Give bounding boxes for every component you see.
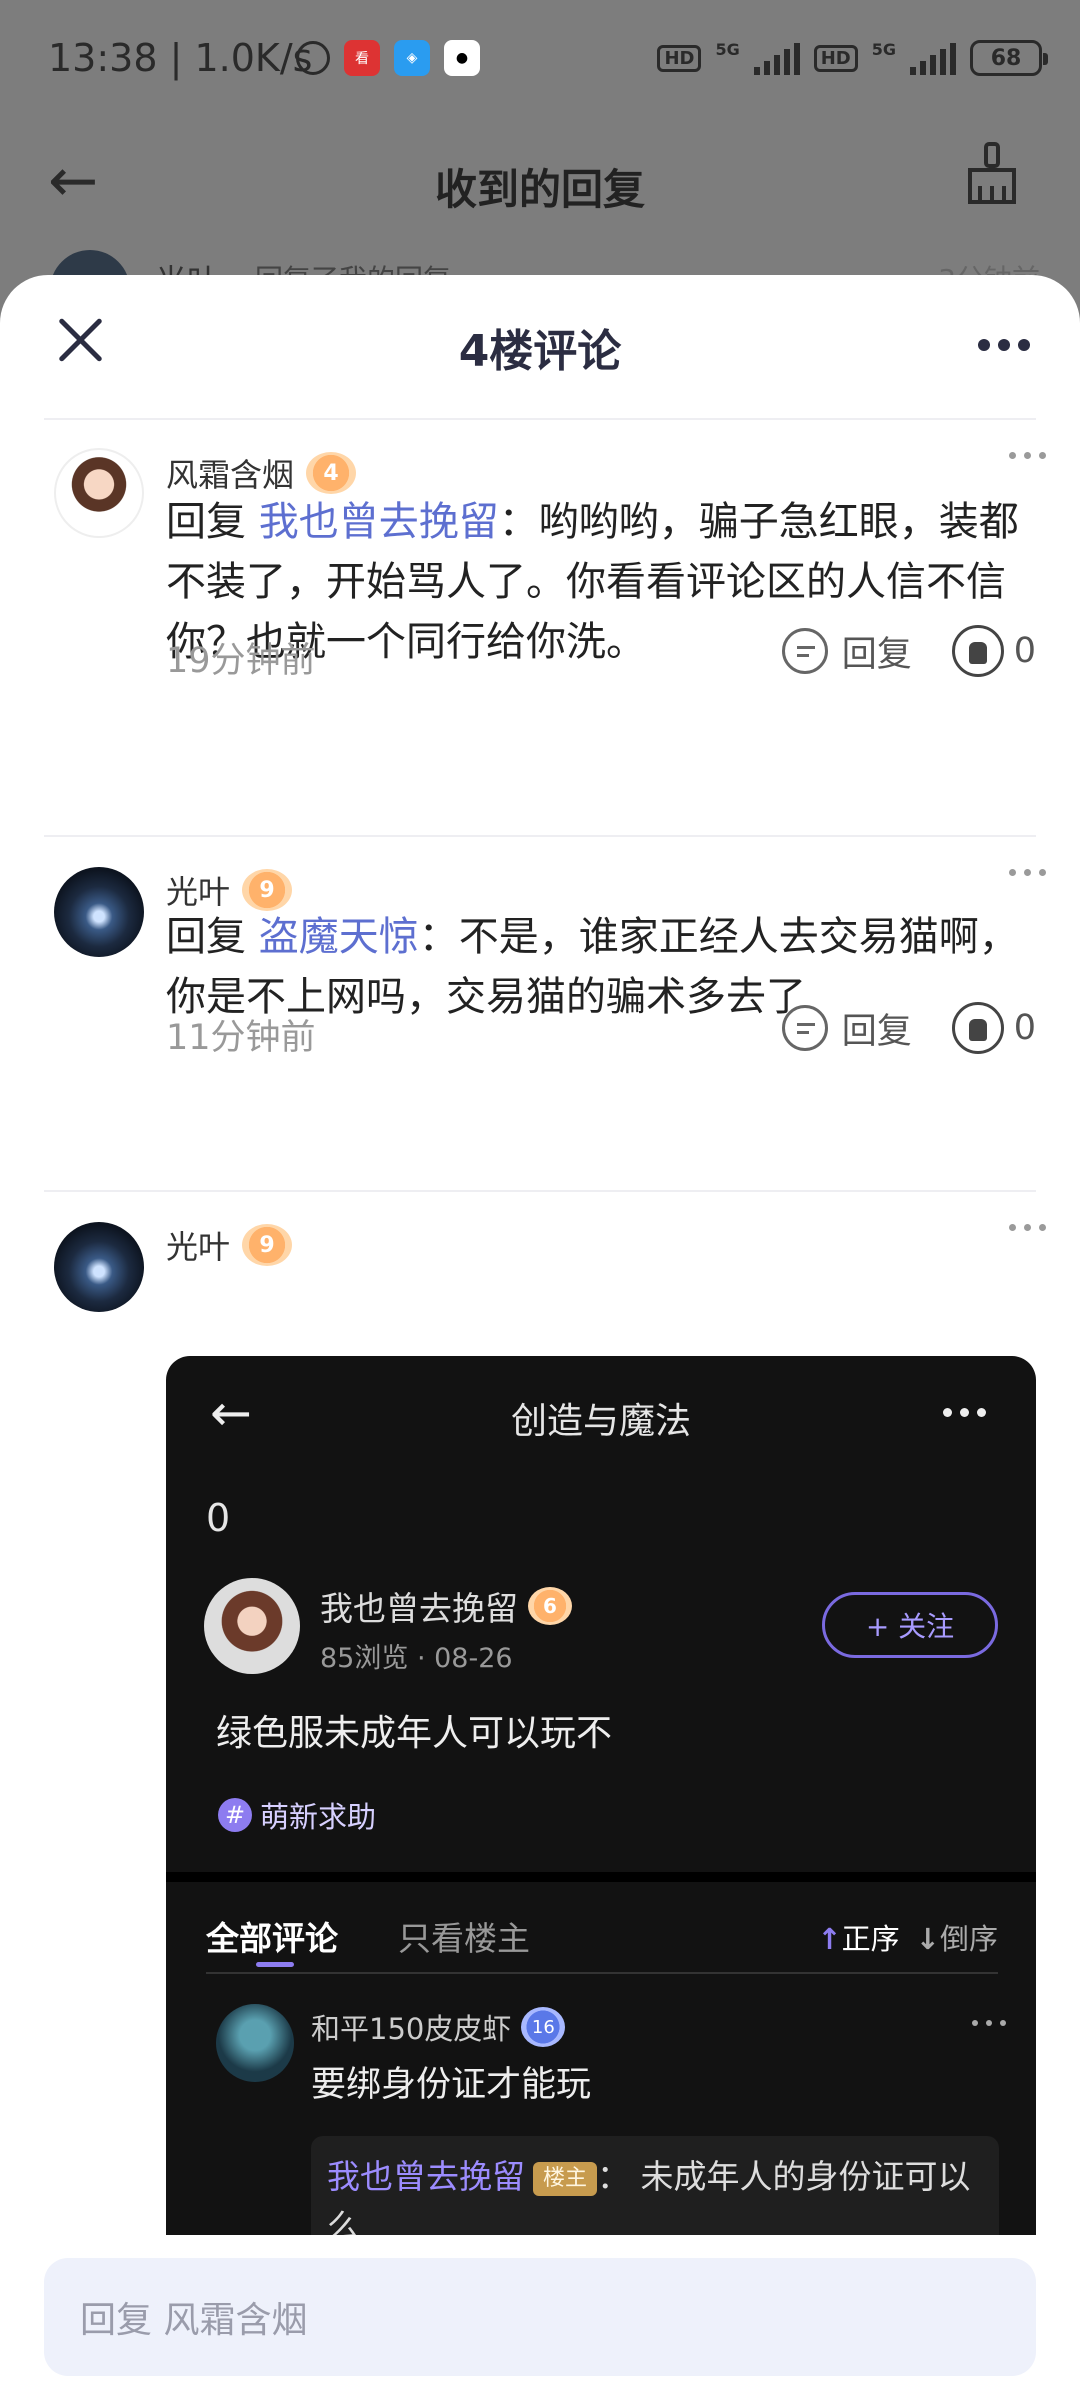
qq-icon: ● bbox=[444, 40, 480, 76]
reply-icon[interactable] bbox=[781, 628, 828, 674]
thumbs-up-icon[interactable] bbox=[951, 1002, 1004, 1054]
reply-to-link[interactable]: 盗魔天惊 bbox=[259, 914, 419, 960]
shot-author: 我也曾去挽留 6 bbox=[320, 1582, 572, 1630]
battery-level: 68 bbox=[990, 45, 1022, 71]
more-icon bbox=[972, 2020, 1006, 2026]
sheet-title: 4楼评论 bbox=[458, 326, 622, 377]
comment-time: 19分钟前 bbox=[166, 641, 316, 681]
level-badge-icon: 9 bbox=[242, 1224, 293, 1266]
avatar bbox=[204, 1578, 300, 1674]
avatar[interactable] bbox=[54, 867, 144, 957]
like-count: 0 bbox=[1013, 1008, 1036, 1048]
comment-actions: 回复 0 bbox=[781, 625, 1036, 677]
tab-owner-only: 只看楼主 bbox=[398, 1919, 530, 1958]
alarm-icon bbox=[296, 41, 330, 75]
hd-badge-2: HD bbox=[813, 44, 858, 72]
status-time: 13:38 | 1.0K/s bbox=[48, 36, 313, 80]
comment-username[interactable]: 光叶 9 bbox=[166, 1222, 293, 1268]
sort-desc-label: 倒序 bbox=[939, 1922, 998, 1956]
broom-icon[interactable] bbox=[964, 142, 1020, 206]
shot-sort: ↑正序 ↓倒序 bbox=[817, 1916, 998, 1958]
news-app-icon: 看 bbox=[344, 40, 380, 76]
tab-all-comments: 全部评论 bbox=[206, 1919, 338, 1958]
level-badge-icon: 9 bbox=[242, 869, 293, 911]
level-badge-icon: 4 bbox=[306, 452, 357, 494]
more-icon[interactable] bbox=[1009, 1224, 1046, 1231]
comment-actions: 回复 0 bbox=[781, 1002, 1036, 1054]
thumbs-up-icon[interactable] bbox=[951, 625, 1004, 677]
shot-meta: 85浏览 · 08-26 bbox=[320, 1643, 513, 1674]
reply-to-link[interactable]: 我也曾去挽留 bbox=[259, 499, 499, 545]
shot-reply-user: 我也曾去挽留 bbox=[327, 2157, 525, 2196]
sort-asc: ↑正序 bbox=[817, 1916, 899, 1958]
shot-tag-label: 萌新求助 bbox=[260, 1800, 377, 1834]
more-icon[interactable] bbox=[1009, 869, 1046, 876]
network-gen-2: 5G bbox=[871, 40, 896, 59]
notification-icons: 看 ◈ ● bbox=[296, 40, 480, 76]
avatar[interactable] bbox=[54, 448, 144, 538]
shot-author-name: 我也曾去挽留 bbox=[320, 1589, 518, 1628]
divider bbox=[206, 1972, 998, 1974]
sort-desc: ↓倒序 bbox=[916, 1916, 998, 1958]
arrow-down-icon: ↓ bbox=[915, 1922, 940, 1956]
reply-prefix: 回复 bbox=[166, 914, 259, 960]
reply-prefix: 回复 bbox=[166, 499, 259, 545]
comment-image[interactable]: ← 创造与魔法 0 我也曾去挽留 6 85浏览 · 08-26 + 关注 绿色服… bbox=[166, 1356, 1036, 2236]
shot-reply-box: 我也曾去挽留 楼主： 未成年人的身份证可以么 bbox=[311, 2136, 999, 2236]
reply-input-placeholder: 回复 风霜含烟 bbox=[80, 2300, 308, 2341]
status-bar: 13:38 | 1.0K/s 看 ◈ ● HD 5G HD 5G 68 bbox=[0, 0, 1080, 120]
page-title: 收到的回复 bbox=[434, 165, 645, 214]
shot-count: 0 bbox=[206, 1496, 231, 1540]
signal-icon bbox=[753, 41, 800, 75]
comment-item: 光叶 9 bbox=[0, 1192, 1080, 1332]
shot-tag: # 萌新求助 bbox=[218, 1794, 376, 1836]
shot-tabs: 全部评论 只看楼主 bbox=[206, 1912, 530, 1960]
arrow-up-icon: ↑ bbox=[817, 1922, 842, 1956]
username-text: 光叶 bbox=[166, 1228, 231, 1266]
sheet-header: 4楼评论 bbox=[0, 275, 1080, 420]
comment-time: 11分钟前 bbox=[166, 1018, 316, 1058]
username-text: 风霜含烟 bbox=[166, 456, 295, 494]
shot-title: 创造与魔法 bbox=[510, 1401, 691, 1442]
owner-badge: 楼主 bbox=[533, 2161, 598, 2196]
divider bbox=[166, 1872, 1036, 1882]
avatar[interactable] bbox=[54, 1222, 144, 1312]
more-icon bbox=[943, 1408, 986, 1417]
more-icon[interactable] bbox=[1009, 452, 1046, 459]
sort-asc-label: 正序 bbox=[841, 1922, 900, 1956]
level-badge-icon: 16 bbox=[521, 2007, 566, 2047]
follow-button: + 关注 bbox=[822, 1592, 998, 1658]
shot-comment-user: 和平150皮皮虾 16 bbox=[311, 2006, 566, 2048]
reply-input[interactable]: 回复 风霜含烟 bbox=[44, 2258, 1036, 2376]
more-icon[interactable] bbox=[978, 339, 1030, 351]
hd-badge: HD bbox=[657, 44, 702, 72]
network-gen: 5G bbox=[715, 40, 740, 59]
comment-item: 光叶 9 回复 盗魔天惊：不是，谁家正经人去交易猫啊，你是不上网吗，交易猫的骗术… bbox=[0, 837, 1080, 1067]
like-count: 0 bbox=[1013, 631, 1036, 671]
shot-post-text: 绿色服未成年人可以玩不 bbox=[216, 1713, 613, 1754]
battery-icon: 68 bbox=[970, 40, 1048, 76]
reply-button[interactable]: 回复 bbox=[842, 1003, 912, 1054]
comment-item: 风霜含烟 4 回复 我也曾去挽留：哟哟哟，骗子急红眼，装都不装了，开始骂人了。你… bbox=[0, 420, 1080, 690]
reply-button[interactable]: 回复 bbox=[842, 626, 912, 677]
status-right: HD 5G HD 5G 68 bbox=[657, 40, 1048, 76]
signal-icon-2 bbox=[910, 41, 956, 75]
chat-app-icon: ◈ bbox=[394, 40, 430, 76]
shot-comment-username: 和平150皮皮虾 bbox=[311, 2012, 512, 2046]
tab-indicator bbox=[256, 1962, 294, 1967]
hashtag-icon: # bbox=[218, 1798, 252, 1832]
level-badge-icon: 6 bbox=[528, 1587, 572, 1625]
reply-icon[interactable] bbox=[781, 1005, 828, 1051]
shot-comment-text: 要绑身份证才能玩 bbox=[311, 2065, 592, 2105]
comment-username[interactable]: 风霜含烟 4 bbox=[166, 450, 357, 496]
avatar bbox=[216, 2004, 294, 2082]
